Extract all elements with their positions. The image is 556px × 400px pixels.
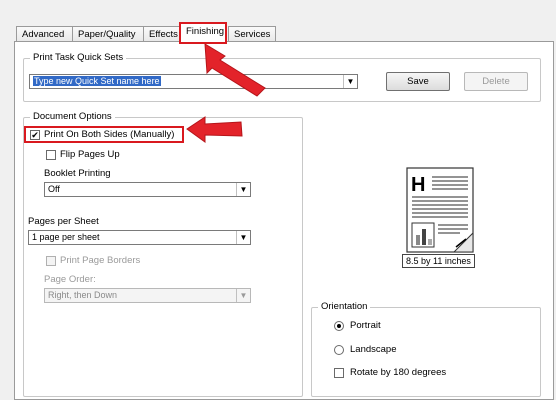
- print-both-sides-label[interactable]: Print On Both Sides (Manually): [44, 129, 174, 140]
- pages-per-sheet-label: Pages per Sheet: [28, 216, 99, 227]
- chevron-down-icon[interactable]: ▼: [236, 183, 250, 196]
- booklet-printing-select[interactable]: Off ▼: [44, 182, 251, 197]
- tab-finishing[interactable]: Finishing: [179, 22, 227, 44]
- print-page-borders-checkbox[interactable]: [46, 256, 56, 266]
- page-preview-icon: H: [398, 165, 486, 265]
- portrait-label[interactable]: Portrait: [350, 320, 381, 331]
- pages-per-sheet-value: 1 page per sheet: [32, 232, 100, 242]
- quick-set-name-combo[interactable]: Type new Quick Set name here ▼: [29, 74, 358, 89]
- tab-label: Finishing: [186, 26, 225, 37]
- landscape-radio[interactable]: [334, 345, 344, 355]
- chevron-down-icon[interactable]: ▼: [236, 289, 250, 302]
- print-page-borders-label[interactable]: Print Page Borders: [60, 255, 140, 266]
- paper-size-label: 8.5 by 11 inches: [402, 254, 475, 268]
- chevron-down-icon[interactable]: ▼: [343, 75, 357, 88]
- flip-pages-up-label[interactable]: Flip Pages Up: [60, 149, 120, 160]
- orientation-group: Orientation Portrait Landscape Rotate by…: [311, 301, 541, 397]
- arrow-annotation-icon: [186, 116, 243, 143]
- orientation-legend: Orientation: [318, 301, 371, 312]
- delete-button-label: Delete: [482, 76, 510, 87]
- tab-strip: Advanced Paper/Quality Effects Finishing…: [14, 22, 554, 44]
- page-order-label: Page Order:: [44, 274, 96, 285]
- rotate-180-checkbox[interactable]: [334, 368, 344, 378]
- page-order-select[interactable]: Right, then Down ▼: [44, 288, 251, 303]
- tab-label: Advanced: [22, 29, 65, 40]
- landscape-label[interactable]: Landscape: [350, 344, 396, 355]
- print-both-sides-checkbox[interactable]: ✔: [30, 130, 40, 140]
- chevron-down-icon[interactable]: ▼: [236, 231, 250, 244]
- document-options-legend: Document Options: [30, 111, 115, 122]
- paper-size-text: 8.5 by 11 inches: [406, 256, 471, 266]
- document-options-group: Document Options ✔ Print On Both Sides (…: [23, 111, 303, 397]
- delete-button[interactable]: Delete: [464, 72, 528, 91]
- portrait-radio[interactable]: [334, 321, 344, 331]
- rotate-180-label[interactable]: Rotate by 180 degrees: [350, 367, 446, 378]
- page-order-value: Right, then Down: [48, 290, 118, 300]
- save-button[interactable]: Save: [386, 72, 450, 91]
- quick-set-name-value: Type new Quick Set name here: [33, 76, 161, 86]
- save-button-label: Save: [407, 76, 429, 87]
- arrow-annotation-icon: [204, 43, 266, 97]
- booklet-printing-value: Off: [48, 184, 60, 194]
- tab-label: Services: [234, 29, 271, 40]
- pages-per-sheet-select[interactable]: 1 page per sheet ▼: [28, 230, 251, 245]
- quick-sets-legend: Print Task Quick Sets: [30, 52, 127, 63]
- svg-text:H: H: [411, 174, 425, 196]
- tab-label: Paper/Quality: [78, 29, 136, 40]
- tab-label: Effects: [149, 29, 178, 40]
- flip-pages-up-checkbox[interactable]: [46, 150, 56, 160]
- booklet-printing-label: Booklet Printing: [44, 168, 111, 179]
